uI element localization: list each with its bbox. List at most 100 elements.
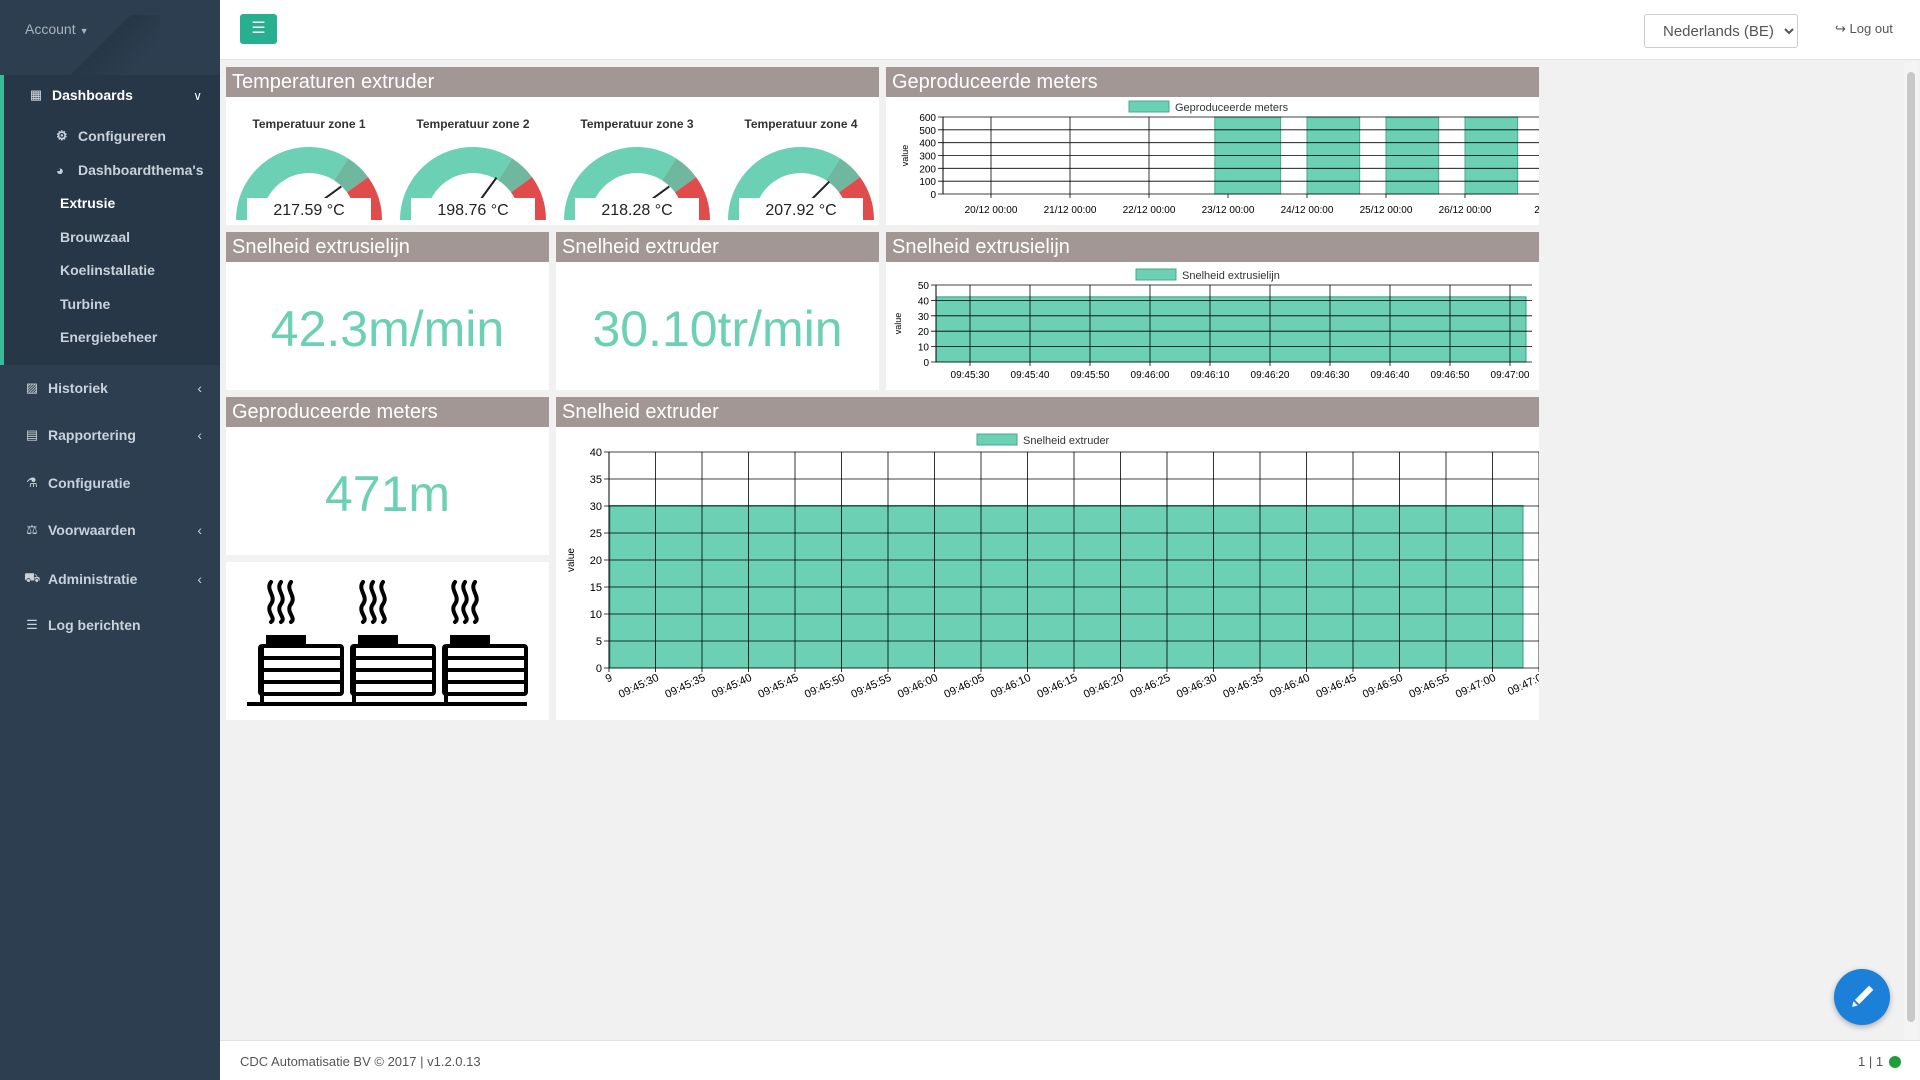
sidebar-item-label: Koelinstallatie (60, 262, 155, 278)
scrollbar-thumb[interactable] (1907, 72, 1915, 1022)
widget-title: Snelheid extrusielijn (886, 232, 1539, 262)
widget-extruder-image (226, 562, 549, 720)
y-tick-label: 20 (590, 555, 602, 567)
gauge: 217.59 °C (236, 147, 382, 220)
widget-title: Geproduceerde meters (886, 67, 1539, 97)
gauge-value: 218.28 °C (601, 202, 672, 219)
image-icon: ▨ (25, 380, 39, 395)
x-tick-label: 09:46:40 (1371, 370, 1410, 381)
gauge-value: 217.59 °C (273, 202, 344, 219)
sidebar-item-voorwaarden[interactable]: ⚖ Voorwaarden ‹ (24, 522, 202, 538)
sidebar-item-label: Historiek (48, 380, 108, 396)
sidebar-item-koelinstallatie[interactable]: Koelinstallatie (60, 262, 155, 278)
gear-icon: ⚙ (56, 128, 68, 143)
menu-toggle-button[interactable]: ☰ (240, 14, 277, 44)
x-tick-label: 09:45:40 (710, 672, 754, 701)
page-indicator: 1 | 1 (1858, 1054, 1884, 1069)
account-label: Account (25, 21, 76, 37)
hamburger-icon: ☰ (251, 20, 266, 37)
x-tick-label: 09:46:40 (1268, 672, 1312, 701)
dashboards-group: ▦ Dashboards ∨ ⚙ Configureren ◕ Dashboar… (0, 75, 220, 365)
sidebar-item-label: Energiebeheer (60, 329, 158, 345)
x-tick-label: 09:45:40 (1011, 370, 1050, 381)
y-axis-label: value (566, 548, 577, 572)
account-dropdown[interactable]: Account ▼ (25, 21, 89, 37)
x-tick-label: 22/12 00:00 (1123, 205, 1176, 216)
y-tick-label: 5 (596, 636, 602, 648)
x-tick-label: 09:46:55 (1407, 672, 1451, 701)
sidebar-item-label: Turbine (60, 296, 111, 312)
sidebar-item-brouwzaal[interactable]: Brouwzaal (60, 229, 130, 245)
meters-bar-chart: Geproduceerde meters 600 500 400 300200 100 0 v… (900, 100, 1539, 216)
widget-speed-extruder-chart: Snelheid extruder Snelheid extruder 9 09:4… (556, 397, 1539, 720)
x-tick-label: 09:46:25 (1128, 672, 1172, 701)
x-tick-label: 09:47:00 (1454, 672, 1498, 701)
x-tick-label: 09:45:45 (756, 672, 800, 701)
legend-swatch (976, 433, 1018, 446)
sidebar-item-historiek[interactable]: ▨ Historiek ‹ (24, 380, 202, 396)
x-tick-label: 09:46:00 (1131, 370, 1170, 381)
sidebar-item-dashboardthemas[interactable]: ◕ Dashboardthema's (56, 162, 203, 178)
x-tick-label: 09:45:30 (617, 672, 661, 701)
chevron-down-icon[interactable]: ∨ (193, 89, 202, 103)
logout-link[interactable]: ↪ Log out (1835, 21, 1893, 37)
sidebar-item-log-berichten[interactable]: ☰ Log berichten (24, 617, 202, 633)
x-tick-label: 27/1 (1534, 205, 1539, 216)
language-select[interactable]: Nederlands (BE) (1644, 14, 1798, 48)
x-tick-label: 24/12 00:00 (1281, 205, 1334, 216)
sidebar-item-label: Administratie (48, 571, 138, 587)
sidebar-item-dashboards[interactable]: ▦ Dashboards (28, 87, 133, 103)
sidebar-item-configuratie[interactable]: ⚗ Configuratie (24, 475, 202, 491)
speed-line-area-chart: Snelheid extrusielijn 09:45:30 09:45:40 09:… (893, 268, 1532, 381)
x-tick-label: 09:45:30 (951, 370, 990, 381)
topbar: ☰ Nederlands (BE) ↪ Log out (220, 0, 1920, 60)
y-tick-label: 0 (930, 190, 936, 201)
y-tick-label: 400 (919, 139, 936, 150)
y-tick-label: 20 (918, 327, 930, 338)
sidebar-item-configureren[interactable]: ⚙ Configureren (56, 128, 166, 144)
sidebar-item-administratie[interactable]: ⛟ Administratie ‹ (24, 570, 202, 588)
x-tick-label: 9 (604, 672, 615, 685)
y-tick-label: 10 (918, 343, 930, 354)
widget-title: Snelheid extruder (556, 397, 1539, 427)
y-tick-label: 600 (919, 113, 936, 124)
sidebar-item-energiebeheer[interactable]: Energiebeheer (60, 329, 157, 345)
x-tick-label: 09:46:10 (989, 672, 1033, 701)
y-tick-label: 35 (590, 474, 602, 486)
x-tick-label: 09:47:00 (1491, 370, 1530, 381)
x-tick-label: 21/12 00:00 (1044, 205, 1097, 216)
y-axis-label: value (900, 145, 910, 167)
caret-down-icon: ▼ (79, 26, 89, 36)
x-tick-label: 09:46:30 (1175, 672, 1219, 701)
x-tick-label: 26/12 00:00 (1439, 205, 1492, 216)
y-tick-label: 30 (918, 312, 930, 323)
widget-title: Snelheid extrusielijn (226, 232, 549, 262)
sidebar-item-label: Extrusie (60, 195, 116, 211)
list-icon: ☰ (26, 617, 38, 632)
sidebar-item-label: Brouwzaal (60, 229, 131, 245)
widget-temperatures: Temperaturen extruder Temperatuur zone 1… (226, 67, 879, 225)
connection-status-icon (1889, 1056, 1901, 1068)
widget-meters-chart: Geproduceerde meters Geproduceerde meter… (886, 67, 1539, 225)
y-tick-label: 0 (596, 663, 602, 675)
widget-title: Snelheid extruder (556, 232, 879, 262)
gauge-label: Temperatuur zone 1 (252, 117, 366, 131)
vertical-scrollbar[interactable] (1904, 62, 1918, 1040)
x-tick-label: 09:46:50 (1431, 370, 1470, 381)
dashboard-icon: ▦ (29, 87, 43, 102)
gauge-label: Temperatuur zone 3 (580, 117, 694, 131)
sidebar-item-rapportering[interactable]: ▤ Rapportering ‹ (24, 427, 202, 443)
legend-swatch (1135, 268, 1177, 281)
y-tick-label: 30 (590, 501, 602, 513)
y-tick-label: 50 (918, 281, 930, 292)
sidebar-item-turbine[interactable]: Turbine (60, 296, 110, 312)
y-tick-label: 40 (918, 296, 930, 307)
sidebar-item-extrusie[interactable]: Extrusie (60, 195, 115, 211)
legend-label: Snelheid extrusielijn (1182, 270, 1280, 282)
x-tick-label: 09:45:35 (663, 672, 707, 701)
y-tick-label: 500 (919, 126, 936, 137)
chevron-left-icon: ‹ (197, 571, 202, 587)
chevron-left-icon: ‹ (197, 522, 202, 538)
gauge-value: 198.76 °C (437, 202, 508, 219)
edit-dashboard-button[interactable] (1834, 969, 1890, 1025)
